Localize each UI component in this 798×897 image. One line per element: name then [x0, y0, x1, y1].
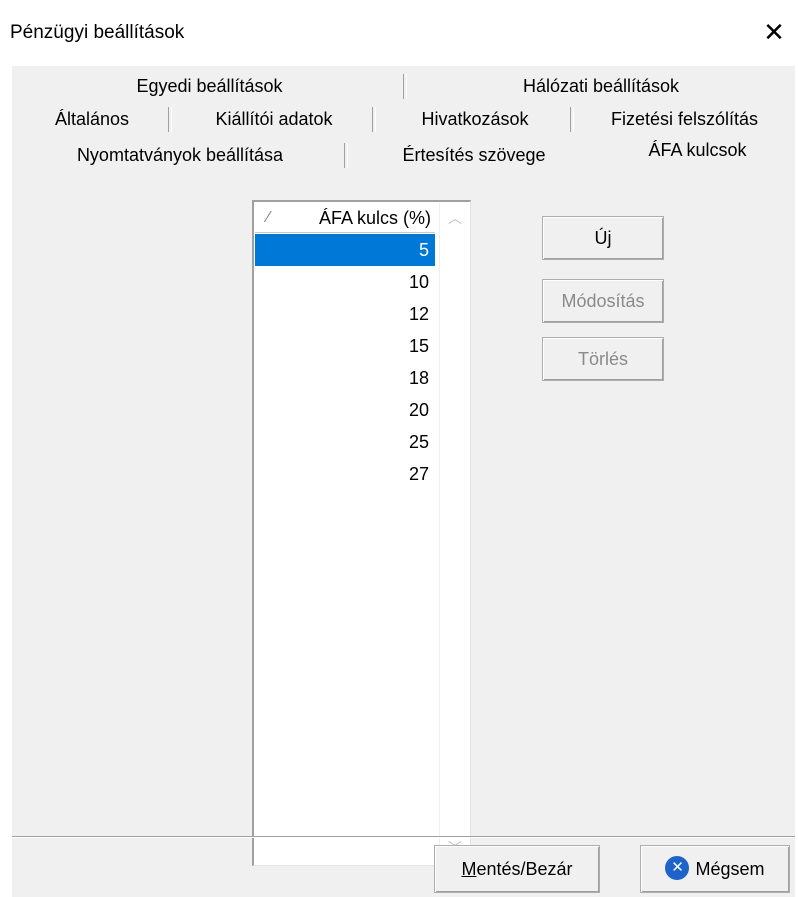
tab-label: Hivatkozások	[421, 109, 529, 129]
list-item[interactable]: 5	[255, 234, 435, 266]
vat-rate-list[interactable]: ⁄ ÁFA kulcs (%) 5 10 12 15 18 20 25 27 ︿…	[252, 200, 471, 866]
tab-hivatkozasok[interactable]: Hivatkozások	[376, 103, 574, 136]
list-item[interactable]: 27	[255, 458, 435, 490]
cancel-label: Mégsem	[695, 859, 765, 879]
cancel-x-icon: ✕	[665, 856, 690, 881]
tab-label: Általános	[54, 109, 130, 129]
tab-nyomtatvanyok-beallitasa[interactable]: Nyomtatványok beállítása	[12, 139, 348, 172]
tab-altalanos[interactable]: Általános	[12, 103, 172, 136]
title-bar: Pénzügyi beállítások ✕	[0, 0, 798, 66]
scroll-up-icon[interactable]: ︿	[440, 203, 470, 233]
new-button[interactable]: Új	[542, 216, 664, 260]
tab-afa-kulcsok[interactable]: ÁFA kulcsok	[600, 135, 795, 171]
close-icon[interactable]: ✕	[756, 14, 792, 50]
list-item[interactable]: 15	[255, 330, 435, 362]
delete-button[interactable]: Törlés	[542, 337, 664, 381]
save-close-accesskey: M	[461, 859, 477, 879]
column-header-label: ÁFA kulcs (%)	[318, 208, 431, 228]
dialog-client-area: Egyedi beállítások Hálózati beállítások …	[12, 66, 795, 897]
list-item[interactable]: 12	[255, 298, 435, 330]
tab-fizetesi-felszolitas[interactable]: Fizetési felszólítás	[574, 103, 795, 136]
vertical-scrollbar[interactable]: ︿ ﹀	[439, 203, 469, 863]
save-close-button[interactable]: Mentés/Bezár	[434, 845, 600, 893]
vat-rate-rows: 5 10 12 15 18 20 25 27	[255, 234, 435, 490]
list-item[interactable]: 20	[255, 394, 435, 426]
save-close-label: entés/Bezár	[476, 859, 573, 879]
tab-label: ÁFA kulcsok	[648, 140, 747, 160]
tab-kiallitoi-adatok[interactable]: Kiállítói adatok	[172, 103, 376, 136]
tab-label: Fizetési felszólítás	[610, 109, 759, 129]
list-item[interactable]: 18	[255, 362, 435, 394]
tab-label: Nyomtatványok beállítása	[76, 145, 284, 165]
tab-egyedi-beallitasok[interactable]: Egyedi beállítások	[12, 70, 407, 103]
tab-label: Hálózati beállítások	[522, 76, 680, 96]
tab-halozati-beallitasok[interactable]: Hálózati beállítások	[407, 70, 795, 103]
sort-icon: ⁄	[267, 209, 270, 226]
list-item[interactable]: 10	[255, 266, 435, 298]
tab-ertesites-szovege[interactable]: Értesítés szövege	[348, 139, 600, 172]
tab-label: Kiállítói adatok	[215, 109, 333, 129]
footer-divider	[12, 836, 795, 838]
tab-label: Egyedi beállítások	[136, 76, 283, 96]
list-item[interactable]: 25	[255, 426, 435, 458]
tab-label: Értesítés szövege	[402, 145, 546, 165]
window-title: Pénzügyi beállítások	[10, 22, 185, 43]
modify-button[interactable]: Módosítás	[542, 279, 664, 323]
column-header-vat-rate[interactable]: ⁄ ÁFA kulcs (%)	[255, 203, 435, 233]
cancel-button[interactable]: ✕ Mégsem	[640, 845, 790, 893]
